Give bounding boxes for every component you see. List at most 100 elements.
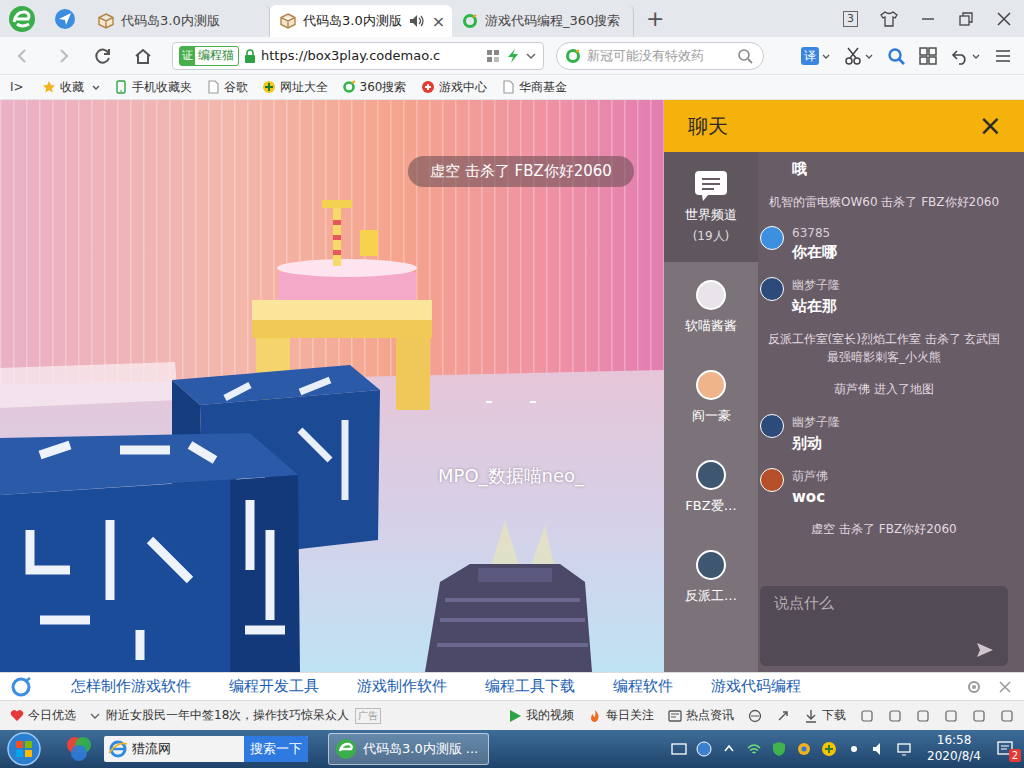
- pinwheel-icon[interactable]: [796, 741, 812, 757]
- magnifier-icon[interactable]: [737, 48, 753, 64]
- tab-count[interactable]: 3: [843, 11, 858, 27]
- close-icon[interactable]: [998, 680, 1012, 694]
- status-link[interactable]: 热点资讯: [668, 707, 734, 724]
- bookmark-item[interactable]: 谷歌: [206, 79, 248, 96]
- home-icon[interactable]: [134, 47, 152, 65]
- browser-icon[interactable]: [748, 709, 762, 723]
- tab-close-button[interactable]: ×: [432, 12, 445, 31]
- dot-icon[interactable]: [846, 741, 862, 757]
- taskbar-window[interactable]: 代码岛3.0内测版 ...: [328, 733, 489, 765]
- bookmarks-toggle[interactable]: I>: [10, 80, 24, 94]
- news-ticker[interactable]: 附近女股民一年中签18次，操作技巧惊呆众人广告: [90, 707, 381, 724]
- reload-icon[interactable]: [94, 47, 112, 65]
- wifi-icon[interactable]: [746, 741, 762, 757]
- user-avatar-icon: [760, 414, 784, 438]
- channel-kind: [696, 550, 726, 580]
- channel-label: 软喵酱酱: [685, 317, 737, 335]
- download-icon: [804, 709, 818, 723]
- navigation-icon[interactable]: [54, 8, 76, 30]
- today-label: 今日优选: [28, 707, 76, 724]
- page-mode-icon[interactable]: [485, 48, 501, 64]
- undo-button[interactable]: [951, 47, 980, 65]
- suggestion-link[interactable]: 游戏代码编程: [692, 677, 820, 696]
- bookmark-search360-icon: [342, 80, 356, 94]
- window-close-icon[interactable]: [996, 11, 1012, 27]
- suggestion-link[interactable]: 编程开发工具: [210, 677, 338, 696]
- menu-icon[interactable]: [994, 47, 1012, 65]
- browser-tab[interactable]: 游戏代码编程_360搜索: [452, 5, 634, 37]
- channel-item[interactable]: 阎一豪: [664, 352, 758, 442]
- copy-icon[interactable]: [916, 709, 930, 723]
- glasses-icon[interactable]: [860, 709, 874, 723]
- status-link[interactable]: 我的视频: [508, 707, 574, 724]
- volume-icon[interactable]: [871, 741, 887, 757]
- forward-icon[interactable]: [54, 47, 72, 65]
- speed-icon[interactable]: [506, 48, 520, 64]
- bookmark-item[interactable]: 网址大全: [262, 79, 328, 96]
- zoom-icon[interactable]: [1000, 709, 1014, 723]
- bookmark-item[interactable]: 360搜索: [342, 79, 407, 96]
- download-link[interactable]: 下载: [804, 707, 846, 724]
- game-view[interactable]: 虚空 击杀了 FBZ你好2060MPO_数据喵neo_: [0, 100, 664, 672]
- dropdown-icon[interactable]: [525, 50, 537, 62]
- gear-icon[interactable]: [966, 679, 982, 695]
- plus-icon[interactable]: [821, 741, 837, 757]
- apps-grid-icon[interactable]: [919, 47, 937, 65]
- browser-tab[interactable]: 代码岛3.0内测版: [88, 5, 270, 37]
- pinned-app-icon[interactable]: [64, 734, 94, 764]
- chat-input[interactable]: [774, 594, 994, 612]
- kill-banner: 虚空 击杀了 FBZ你好2060: [408, 156, 634, 187]
- new-tab-button[interactable]: +: [646, 6, 664, 31]
- chat-close-button[interactable]: ×: [979, 112, 1002, 140]
- skin-icon[interactable]: [880, 11, 898, 27]
- suggestion-link[interactable]: 编程软件: [594, 677, 692, 696]
- restore-icon[interactable]: [958, 11, 974, 27]
- monitor-icon[interactable]: [896, 741, 912, 757]
- suggestion-link[interactable]: 怎样制作游戏软件: [52, 677, 210, 696]
- bookmark-item[interactable]: 游戏中心: [421, 79, 487, 96]
- start-button-icon[interactable]: [6, 731, 42, 767]
- rocket-icon[interactable]: [776, 709, 790, 723]
- notification-button[interactable]: 2: [996, 737, 1018, 761]
- taskbar-search-input[interactable]: [128, 742, 244, 757]
- arrow-up-icon[interactable]: [721, 741, 737, 757]
- dropdown-icon: [972, 52, 980, 60]
- clock[interactable]: 16:582020/8/4: [927, 733, 981, 764]
- status-link[interactable]: 每日关注: [588, 707, 654, 724]
- shield-icon[interactable]: [771, 741, 787, 757]
- today-picks[interactable]: 今日优选: [10, 707, 76, 724]
- channel-item[interactable]: 反派工…: [664, 532, 758, 622]
- refresh-icon[interactable]: [888, 709, 902, 723]
- send-icon[interactable]: [976, 642, 994, 658]
- channel-item[interactable]: 世界频道(19人): [664, 152, 758, 262]
- page-icon[interactable]: [944, 709, 958, 723]
- screenshot-button[interactable]: [844, 47, 873, 65]
- suggestion-link[interactable]: 编程工具下载: [466, 677, 594, 696]
- search-field[interactable]: [556, 42, 764, 70]
- help-icon[interactable]: [696, 741, 712, 757]
- status-link-label: 每日关注: [606, 707, 654, 724]
- back-icon[interactable]: [14, 47, 32, 65]
- keyboard-icon[interactable]: [671, 741, 687, 757]
- volume-icon[interactable]: [972, 709, 986, 723]
- address-field[interactable]: 证编程猫https://box3play.codemao.c: [172, 42, 544, 70]
- minimize-icon[interactable]: [920, 11, 936, 27]
- status-link-label: 我的视频: [526, 707, 574, 724]
- search-input[interactable]: [587, 48, 731, 63]
- speaker-icon[interactable]: [409, 14, 425, 28]
- bookmark-item[interactable]: 华商基金: [501, 79, 567, 96]
- translate-button[interactable]: 译: [801, 47, 830, 65]
- browser-tab[interactable]: 代码岛3.0内测版×: [270, 5, 452, 37]
- channel-label: FBZ爱…: [685, 497, 736, 515]
- bookmark-item[interactable]: 手机收藏夹: [114, 79, 192, 96]
- channel-item[interactable]: FBZ爱…: [664, 442, 758, 532]
- message-continuation: 哦: [760, 160, 1008, 179]
- find-icon[interactable]: [887, 47, 905, 65]
- bookmark-item[interactable]: 收藏: [42, 79, 100, 96]
- search-engine-icon[interactable]: [10, 676, 32, 698]
- suggestion-link[interactable]: 游戏制作软件: [338, 677, 466, 696]
- channel-item[interactable]: 软喵酱酱: [664, 262, 758, 352]
- taskbar-search-button[interactable]: 搜索一下: [244, 736, 308, 762]
- browser-logo-icon[interactable]: [8, 5, 36, 33]
- nav-buttons: [14, 47, 152, 65]
